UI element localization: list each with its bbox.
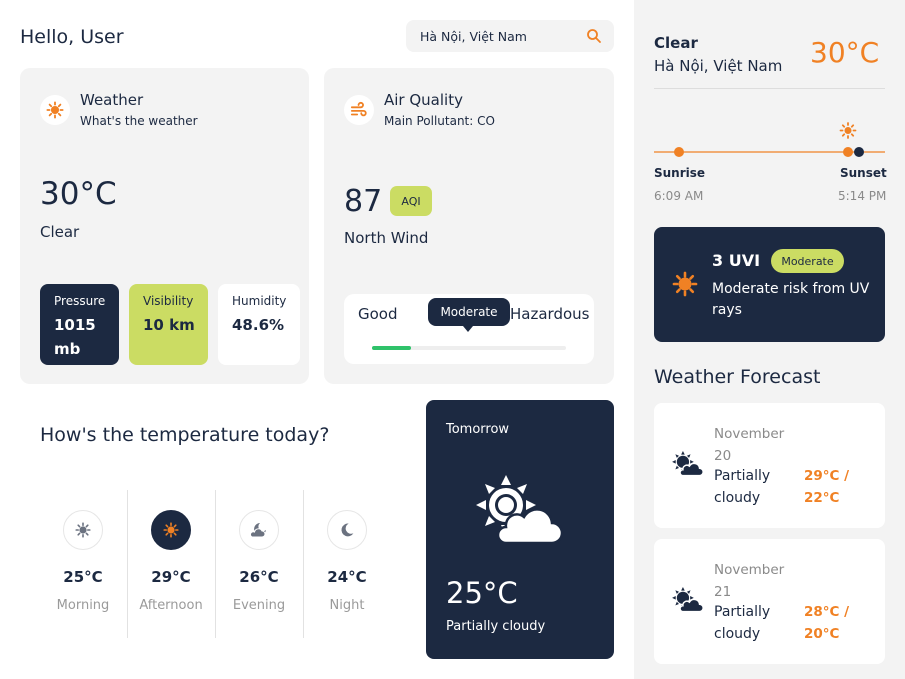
weather-card: Weather What's the weather 30°C Clear Pr… <box>20 68 309 384</box>
sun-icon <box>672 271 698 297</box>
forecast-condition: Partially cloudy <box>714 604 771 642</box>
sun-timeline <box>654 120 885 170</box>
current-condition: Clear <box>40 223 80 241</box>
tomorrow-condition: Partially cloudy <box>446 619 546 634</box>
uv-card: 3 UVI Moderate Moderate risk from UV ray… <box>654 227 885 342</box>
sun-icon <box>40 95 70 125</box>
scale-low-label: Good <box>358 305 398 323</box>
weather-card-title: Weather <box>80 91 144 109</box>
main-panel: Hello, User Weather What's the weather 3… <box>0 0 634 679</box>
pressure-value: 1015 mb <box>54 316 96 358</box>
air-quality-title: Air Quality <box>384 91 463 109</box>
visibility-stat: Visibility 10 km <box>129 284 208 365</box>
period-name: Evening <box>232 598 286 613</box>
forecast-condition: Partially cloudy <box>714 468 771 506</box>
uv-description: Moderate risk from UV rays <box>712 281 870 318</box>
right-sidebar: Clear Hà Nội, Việt Nam 30°C Sunrise 6:09… <box>634 0 905 679</box>
aqi-value: 87 <box>344 184 383 219</box>
scale-current-tooltip: Moderate <box>428 298 510 326</box>
moon-icon <box>327 510 367 550</box>
air-quality-subtitle: Main Pollutant: CO <box>384 114 495 128</box>
scale-high-label: Hazardous <box>510 305 590 323</box>
sunset-label: Sunset <box>840 166 887 180</box>
pressure-label: Pressure <box>54 294 106 308</box>
wind-icon <box>344 95 374 125</box>
forecast-heading: Weather Forecast <box>654 366 821 388</box>
humidity-stat: Humidity 48.6% <box>218 284 300 365</box>
divider <box>654 88 885 89</box>
scale-fill <box>372 346 411 350</box>
aqi-badge: AQI <box>390 186 432 216</box>
sunrise-time: 6:09 AM <box>654 189 704 203</box>
period-temperature: 26°C <box>239 568 279 586</box>
visibility-label: Visibility <box>143 294 194 308</box>
period-name: Morning <box>56 598 110 613</box>
sun-icon <box>151 510 191 550</box>
humidity-label: Humidity <box>232 294 287 308</box>
uv-badge: Moderate <box>771 249 844 273</box>
pressure-stat: Pressure 1015 mb <box>40 284 119 365</box>
forecast-item[interactable]: November 20 Partially cloudy 29°C / 22°C <box>654 403 885 528</box>
period-name: Night <box>329 598 365 613</box>
sunrise-label: Sunrise <box>654 166 706 180</box>
forecast-date: November 21 <box>714 562 785 600</box>
tooltip-arrow <box>463 326 473 332</box>
period-name: Afternoon <box>139 598 203 613</box>
air-quality-card: Air Quality Main Pollutant: CO 87 AQI No… <box>324 68 614 384</box>
visibility-value: 10 km <box>143 316 195 334</box>
air-quality-scale: Good Hazardous Moderate <box>344 294 594 364</box>
forecast-item[interactable]: November 21 Partially cloudy 28°C / 20°C <box>654 539 885 664</box>
tomorrow-temperature: 25°C <box>446 576 518 610</box>
forecast-temps: 28°C / 20°C <box>804 604 850 642</box>
current-temperature: 30°C <box>40 176 117 212</box>
period-morning[interactable]: 25°C Morning <box>40 490 128 638</box>
period-temperature: 24°C <box>327 568 367 586</box>
temperature-today-heading: How's the temperature today? <box>40 424 330 446</box>
sun-track <box>654 122 885 157</box>
period-temperature: 29°C <box>151 568 191 586</box>
weather-card-subtitle: What's the weather <box>80 114 198 128</box>
sidebar-temperature: 30°C <box>810 36 880 69</box>
forecast-date: November 20 <box>714 426 785 464</box>
greeting-title: Hello, User <box>20 26 124 48</box>
sunset-time: 5:14 PM <box>838 189 887 203</box>
search-bar[interactable] <box>406 20 614 52</box>
tomorrow-label: Tomorrow <box>446 422 510 437</box>
tomorrow-card: Tomorrow 25°C Partially cloudy <box>426 400 614 659</box>
partly-cloudy-icon <box>476 475 564 545</box>
forecast-temps: 29°C / 22°C <box>804 468 850 506</box>
partly-cloudy-icon <box>672 451 704 477</box>
sidebar-condition: Clear <box>654 34 698 52</box>
search-input[interactable] <box>420 28 580 44</box>
partly-cloudy-icon <box>672 587 704 613</box>
sidebar-location: Hà Nội, Việt Nam <box>654 57 783 75</box>
period-afternoon[interactable]: 29°C Afternoon <box>128 490 216 638</box>
wind-direction: North Wind <box>344 229 429 247</box>
sun-icon <box>63 510 103 550</box>
uv-value: 3 UVI <box>712 251 761 270</box>
search-icon[interactable] <box>586 28 602 44</box>
humidity-value: 48.6% <box>232 316 285 334</box>
period-night[interactable]: 24°C Night <box>304 490 392 638</box>
moon-cloud-icon <box>239 510 279 550</box>
period-evening[interactable]: 26°C Evening <box>216 490 304 638</box>
period-temperature: 25°C <box>63 568 103 586</box>
period-list: 25°C Morning 29°C Afternoon 26°C Evening… <box>40 490 392 638</box>
scale-track <box>372 346 566 350</box>
